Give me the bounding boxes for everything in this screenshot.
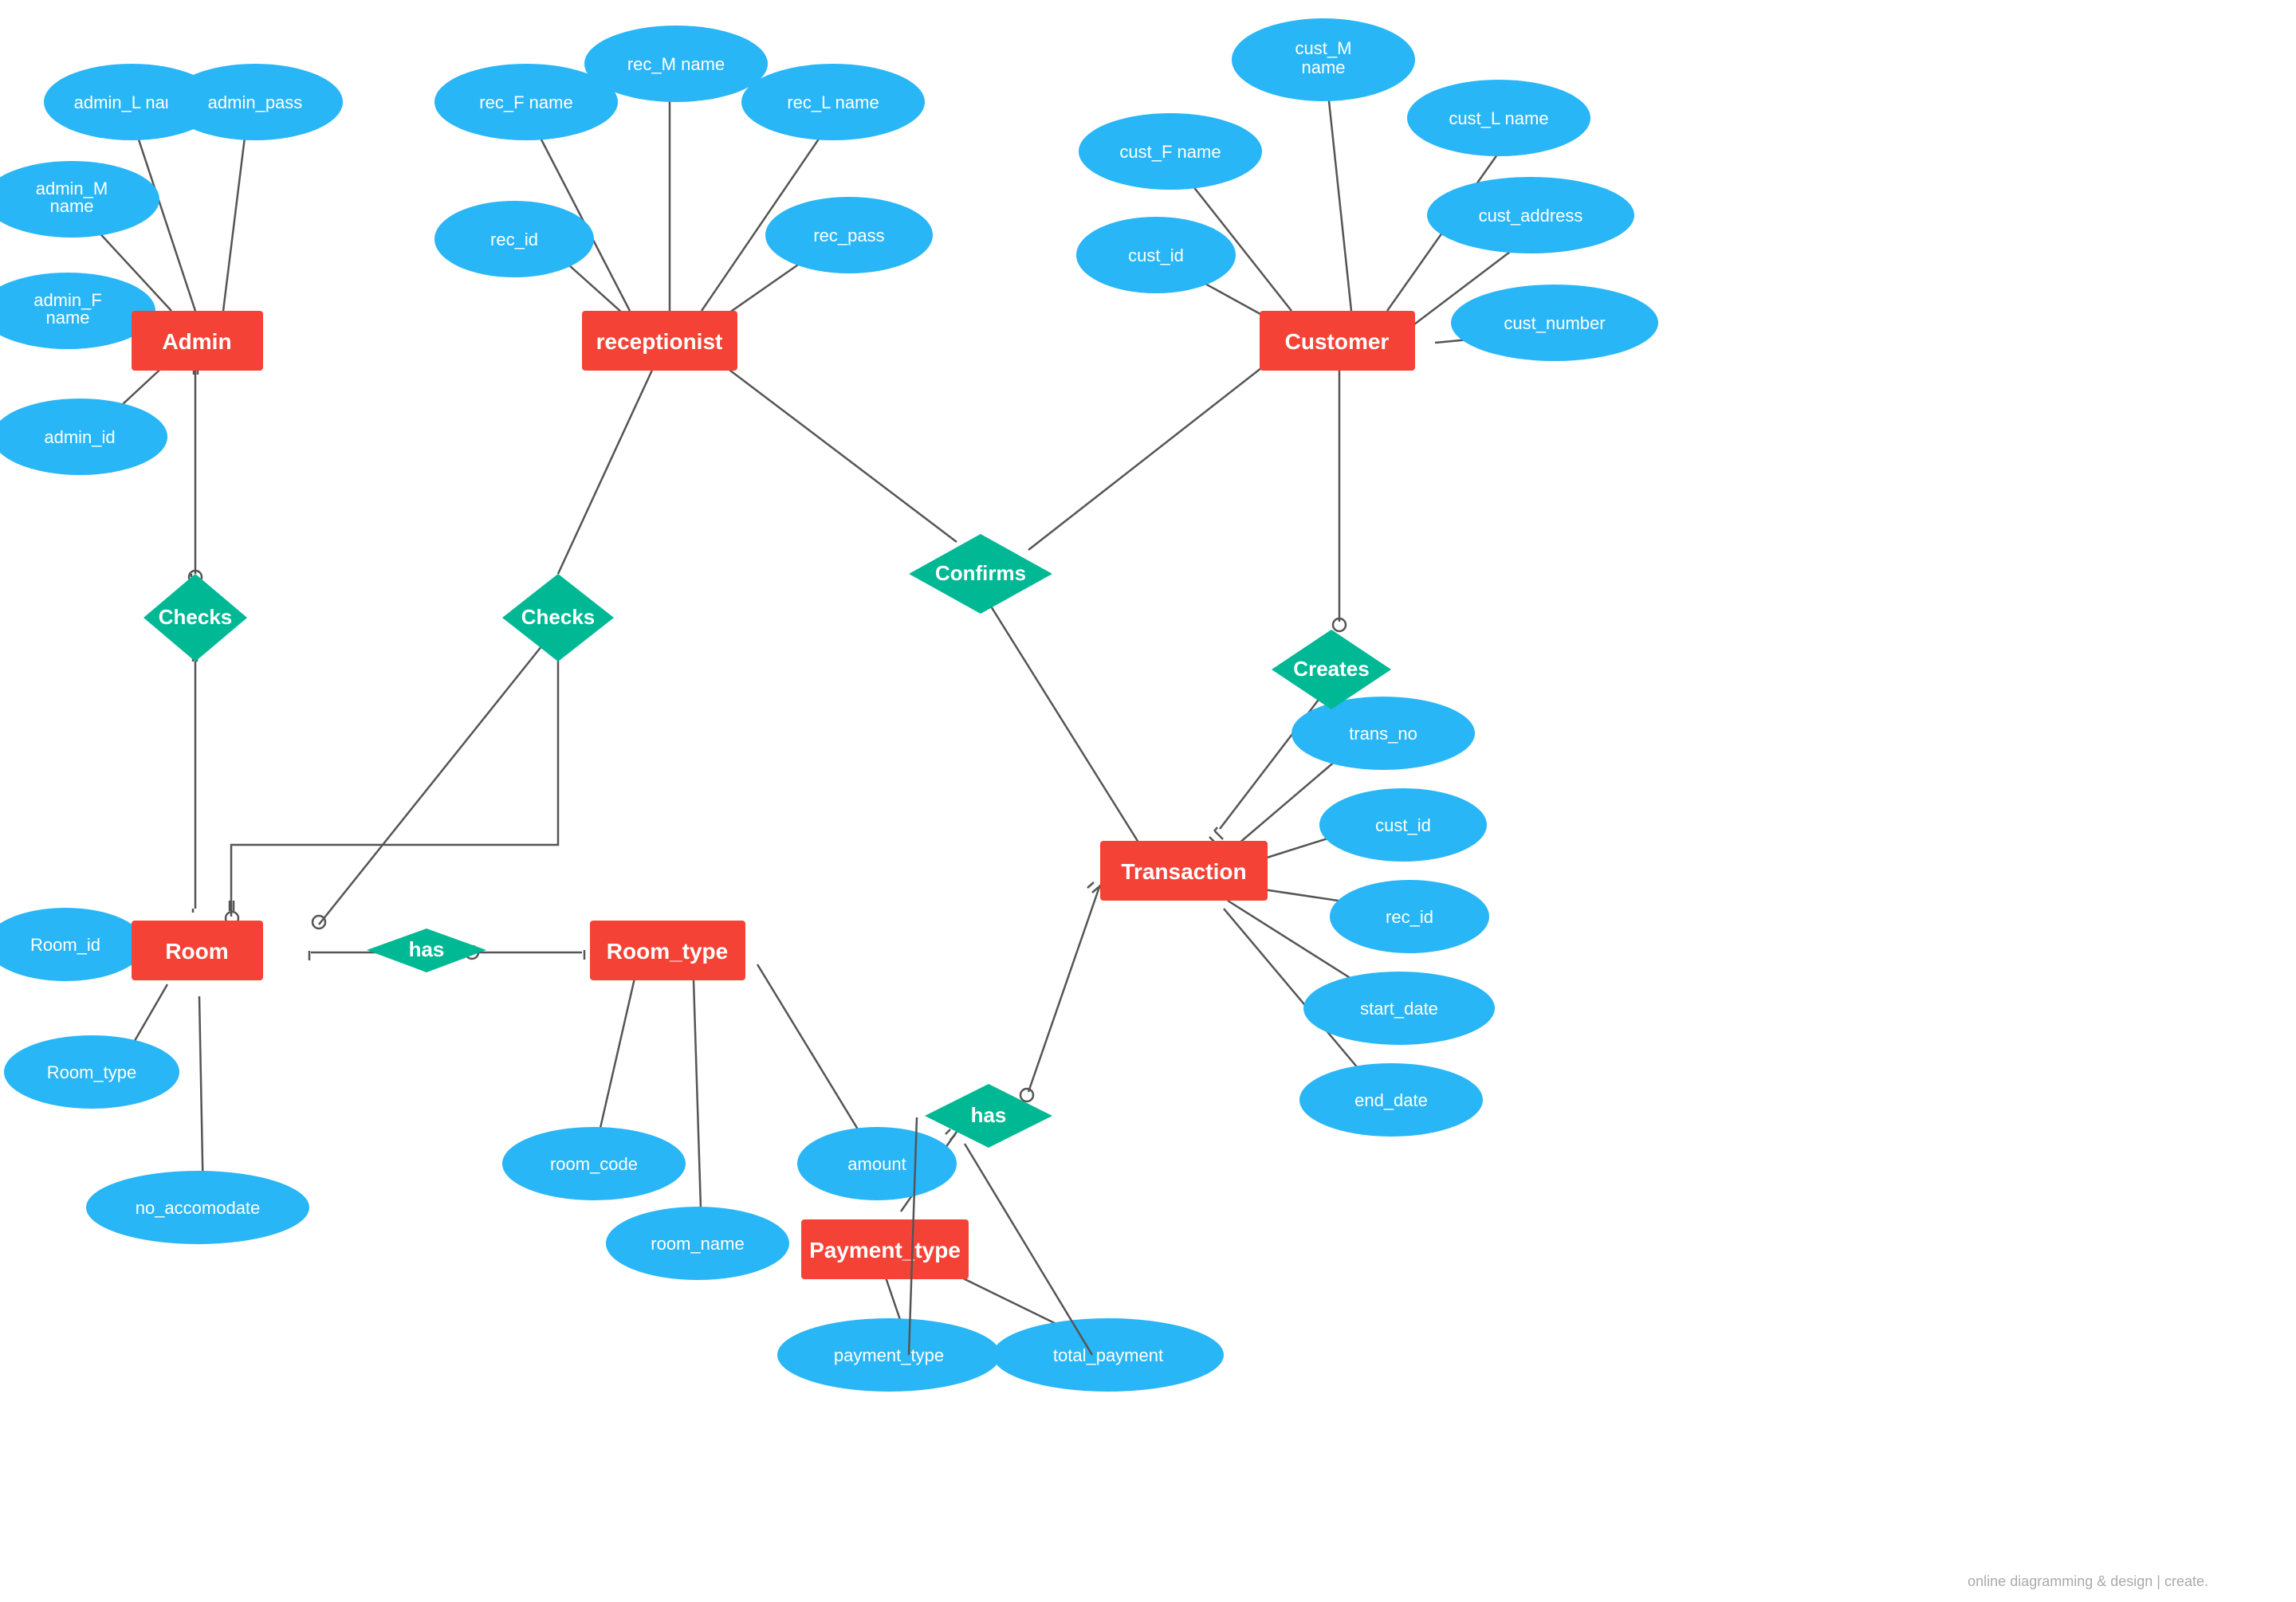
- attr-total-payment-label: total_payment: [1053, 1345, 1163, 1365]
- attr-trans-no-label: trans_no: [1349, 724, 1417, 744]
- attr-admin-pass-label: admin_pass: [208, 92, 303, 112]
- attr-rec-mname-label: rec_M name: [627, 54, 725, 74]
- entity-room-type-label: Room_type: [607, 939, 728, 964]
- entity-room-label: Room: [165, 939, 228, 964]
- attr-payment-type-label: payment_type: [834, 1345, 944, 1365]
- entity-admin-label: Admin: [162, 329, 231, 354]
- attr-rec-pass-label: rec_pass: [813, 226, 884, 245]
- svg-text:name: name: [49, 196, 93, 216]
- entity-receptionist-label: receptionist: [596, 329, 723, 354]
- watermark: online diagramming & design | create.: [1968, 1573, 2208, 1589]
- relation-has-room-label: has: [409, 937, 445, 961]
- attr-room-no-acc-label: no_accomodate: [136, 1198, 261, 1218]
- svg-text:name: name: [45, 308, 89, 328]
- attr-cust-mname-label: cust_M: [1295, 38, 1352, 58]
- attr-room-id-label: Room_id: [30, 935, 100, 955]
- entity-customer-label: Customer: [1285, 329, 1390, 354]
- relation-confirms-label: Confirms: [935, 561, 1026, 585]
- attr-cust-lname-label: cust_L name: [1449, 108, 1548, 128]
- attr-cust-address-label: cust_address: [1479, 206, 1583, 226]
- attr-trans-startdate-label: start_date: [1360, 999, 1438, 1019]
- attr-room-type-label: Room_type: [47, 1062, 137, 1082]
- svg-text:name: name: [1301, 57, 1345, 77]
- relation-creates-label: Creates: [1293, 657, 1369, 681]
- attr-trans-recid-label: rec_id: [1386, 907, 1433, 927]
- attr-rec-fname-label: rec_F name: [479, 92, 572, 112]
- attr-roomtype-amount-label: amount: [847, 1154, 906, 1174]
- relation-has-payment-label: has: [971, 1103, 1007, 1127]
- attr-cust-fname-label: cust_F name: [1119, 142, 1221, 162]
- attr-trans-enddate-label: end_date: [1354, 1090, 1428, 1110]
- attr-roomtype-code-label: room_code: [550, 1154, 638, 1174]
- attr-cust-number-label: cust_number: [1504, 313, 1605, 333]
- attr-trans-custid-label: cust_id: [1375, 815, 1431, 835]
- relation-checks-admin-label: Checks: [159, 605, 233, 629]
- entity-transaction-label: Transaction: [1121, 859, 1246, 884]
- attr-rec-id-label: rec_id: [490, 230, 538, 249]
- entity-payment-type-label: Payment_type: [809, 1238, 961, 1262]
- attr-rec-lname-label: rec_L name: [787, 92, 879, 112]
- attr-roomtype-name-label: room_name: [651, 1234, 744, 1254]
- relation-checks-rec-label: Checks: [521, 605, 596, 629]
- attr-admin-id-label: admin_id: [44, 427, 115, 447]
- attr-cust-id-label: cust_id: [1128, 245, 1184, 265]
